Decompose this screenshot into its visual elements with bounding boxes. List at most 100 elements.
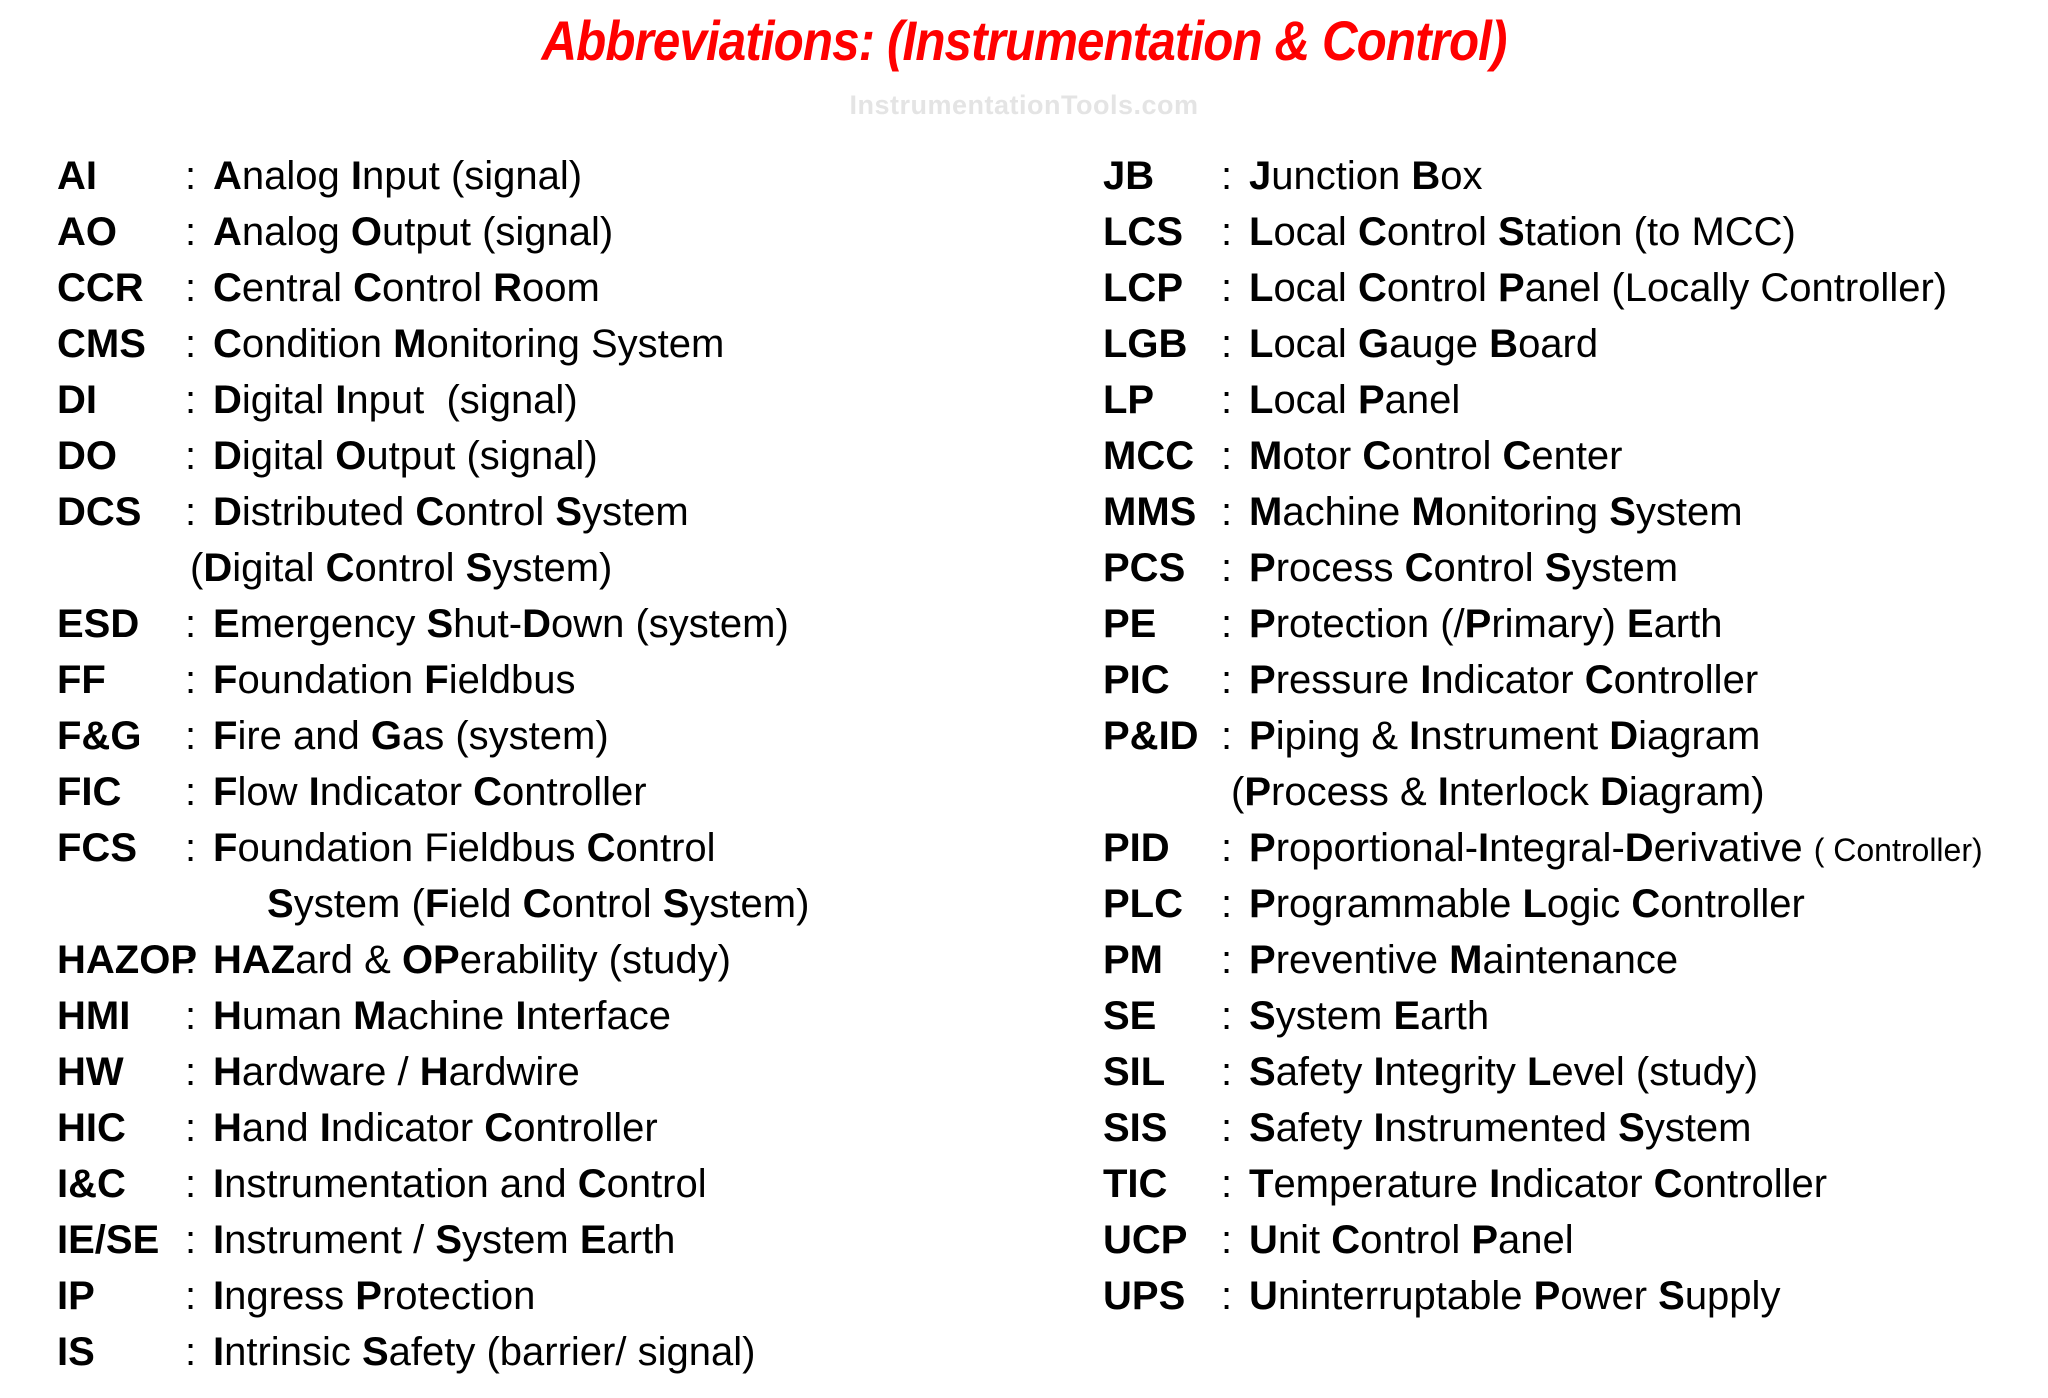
abbreviation-definition: Local Panel	[1249, 378, 1461, 422]
abbreviation-entry: LP: Local Panel	[1103, 372, 1983, 428]
abbreviation-entry: IS: Intrinsic Safety (barrier/ signal)	[57, 1324, 809, 1380]
separator-colon: :	[1221, 826, 1233, 870]
abbreviation-entry: MCC: Motor Control Center	[1103, 428, 1983, 484]
page-title: Abbreviations: (Instrumentation & Contro…	[541, 9, 1507, 72]
abbreviation-definition: Proportional-Integral-Derivative ( Contr…	[1249, 826, 1983, 870]
separator-colon: :	[185, 1330, 197, 1374]
separator-colon: :	[185, 938, 197, 982]
abbreviation-definition: Junction Box	[1249, 154, 1483, 198]
separator-colon: :	[185, 1106, 197, 1150]
abbreviation-term: AI	[57, 154, 97, 198]
abbreviation-term: FIC	[57, 770, 122, 814]
abbreviation-term: PID	[1103, 826, 1170, 870]
abbreviation-continuation: (Digital Control System)	[57, 540, 809, 596]
abbreviation-term: DCS	[57, 490, 142, 534]
abbreviation-term: UCP	[1103, 1218, 1188, 1262]
abbreviation-definition: System Earth	[1249, 994, 1490, 1038]
abbreviation-term: PCS	[1103, 546, 1186, 590]
separator-colon: :	[185, 1218, 197, 1262]
abbreviation-continuation: (Process & Interlock Diagram)	[1103, 764, 1983, 820]
abbreviation-definition: HAZard & OPerability (study)	[213, 938, 731, 982]
abbreviation-entry: DCS: Distributed Control System	[57, 484, 809, 540]
separator-colon: :	[1221, 154, 1233, 198]
abbreviation-entry: FCS: Foundation Fieldbus Control	[57, 820, 809, 876]
abbreviation-definition: Central Control Room	[213, 266, 600, 310]
abbreviation-definition: Local Gauge Board	[1249, 322, 1599, 366]
abbreviation-definition: System (Field Control System)	[267, 882, 810, 926]
abbreviation-definition: Condition Monitoring System	[213, 322, 725, 366]
separator-colon: :	[185, 1050, 197, 1094]
abbreviation-definition: Foundation Fieldbus	[213, 658, 576, 702]
abbreviation-entry: MMS: Machine Monitoring System	[1103, 484, 1983, 540]
abbreviation-definition: Programmable Logic Controller	[1249, 882, 1805, 926]
abbreviation-definition: Digital Output (signal)	[213, 434, 598, 478]
separator-colon: :	[185, 154, 197, 198]
abbreviation-definition: Safety Instrumented System	[1249, 1106, 1752, 1150]
abbreviation-definition: Digital Input (signal)	[213, 378, 578, 422]
separator-colon: :	[185, 770, 197, 814]
abbreviation-entry: SIL: Safety Integrity Level (study)	[1103, 1044, 1983, 1100]
abbreviation-definition: Instrument / System Earth	[213, 1218, 676, 1262]
abbreviation-term: LGB	[1103, 322, 1188, 366]
abbreviation-entry: LCP: Local Control Panel (Locally Control…	[1103, 260, 1983, 316]
abbreviation-entry: TIC: Temperature Indicator Controller	[1103, 1156, 1983, 1212]
abbreviation-term: HIC	[57, 1106, 126, 1150]
abbreviation-definition: Human Machine Interface	[213, 994, 672, 1038]
abbreviation-entry: HIC: Hand Indicator Controller	[57, 1100, 809, 1156]
abbreviation-entry: UCP: Unit Control Panel	[1103, 1212, 1983, 1268]
abbreviation-definition: Hand Indicator Controller	[213, 1106, 658, 1150]
abbreviation-definition: Piping & Instrument Diagram	[1249, 714, 1761, 758]
abbreviation-entry: DO: Digital Output (signal)	[57, 428, 809, 484]
separator-colon: :	[1221, 210, 1233, 254]
separator-colon: :	[1221, 546, 1233, 590]
abbreviation-definition: Flow Indicator Controller	[213, 770, 647, 814]
abbreviation-definition: Preventive Maintenance	[1249, 938, 1679, 982]
separator-colon: :	[1221, 714, 1233, 758]
abbreviation-term: JB	[1103, 154, 1155, 198]
abbreviation-term: LP	[1103, 378, 1155, 422]
abbreviation-entry: JB: Junction Box	[1103, 148, 1983, 204]
abbreviation-term: P&ID	[1103, 714, 1199, 758]
abbreviation-definition: Analog Input (signal)	[213, 154, 583, 198]
separator-colon: :	[185, 994, 197, 1038]
abbreviation-entry: FIC: Flow Indicator Controller	[57, 764, 809, 820]
abbreviation-definition: Machine Monitoring System	[1249, 490, 1743, 534]
abbreviation-term: HMI	[57, 994, 131, 1038]
abbreviation-term: IE/SE	[57, 1218, 160, 1262]
separator-colon: :	[1221, 266, 1233, 310]
separator-colon: :	[185, 434, 197, 478]
abbreviation-term: PE	[1103, 602, 1157, 646]
separator-colon: :	[185, 658, 197, 702]
separator-colon: :	[1221, 322, 1233, 366]
abbreviation-entry: PLC: Programmable Logic Controller	[1103, 876, 1983, 932]
abbreviation-definition: Emergency Shut-Down (system)	[213, 602, 789, 646]
separator-colon: :	[1221, 938, 1233, 982]
separator-colon: :	[185, 378, 197, 422]
abbreviation-definition: Safety Integrity Level (study)	[1249, 1050, 1759, 1094]
separator-colon: :	[1221, 1218, 1233, 1262]
abbreviation-entry: SIS: Safety Instrumented System	[1103, 1100, 1983, 1156]
abbreviation-entry: IP: Ingress Protection	[57, 1268, 809, 1324]
abbreviation-entry: HAZOP: HAZard & OPerability (study)	[57, 932, 809, 988]
separator-colon: :	[185, 714, 197, 758]
separator-colon: :	[1221, 1106, 1233, 1150]
separator-colon: :	[185, 602, 197, 646]
abbreviation-term: I&C	[57, 1162, 126, 1206]
abbreviation-list-right: JB: Junction Box LCS: Local Control Station…	[1103, 148, 1983, 1324]
abbreviation-entry: IE/SE: Instrument / System Earth	[57, 1212, 809, 1268]
separator-colon: :	[185, 1274, 197, 1318]
separator-colon: :	[1221, 1162, 1233, 1206]
abbreviation-entry: LCS: Local Control Station (to MCC)	[1103, 204, 1983, 260]
abbreviation-definition: Fire and Gas (system)	[213, 714, 609, 758]
abbreviation-definition: (Process & Interlock Diagram)	[1231, 770, 1765, 814]
abbreviation-term: IS	[57, 1330, 95, 1374]
abbreviation-entry: AO: Analog Output (signal)	[57, 204, 809, 260]
abbreviation-definition: Distributed Control System	[213, 490, 689, 534]
abbreviation-entry: HMI: Human Machine Interface	[57, 988, 809, 1044]
abbreviation-list-left: AI: Analog Input (signal) AO: Analog Output…	[57, 148, 809, 1380]
abbreviation-entry: P&ID: Piping & Instrument Diagram	[1103, 708, 1983, 764]
abbreviation-definition: (Digital Control System)	[190, 546, 613, 590]
abbreviation-term: IP	[57, 1274, 95, 1318]
abbreviation-definition: Foundation Fieldbus Control	[213, 826, 716, 870]
abbreviation-entry: PID: Proportional-Integral-Derivative ( C…	[1103, 820, 1983, 876]
